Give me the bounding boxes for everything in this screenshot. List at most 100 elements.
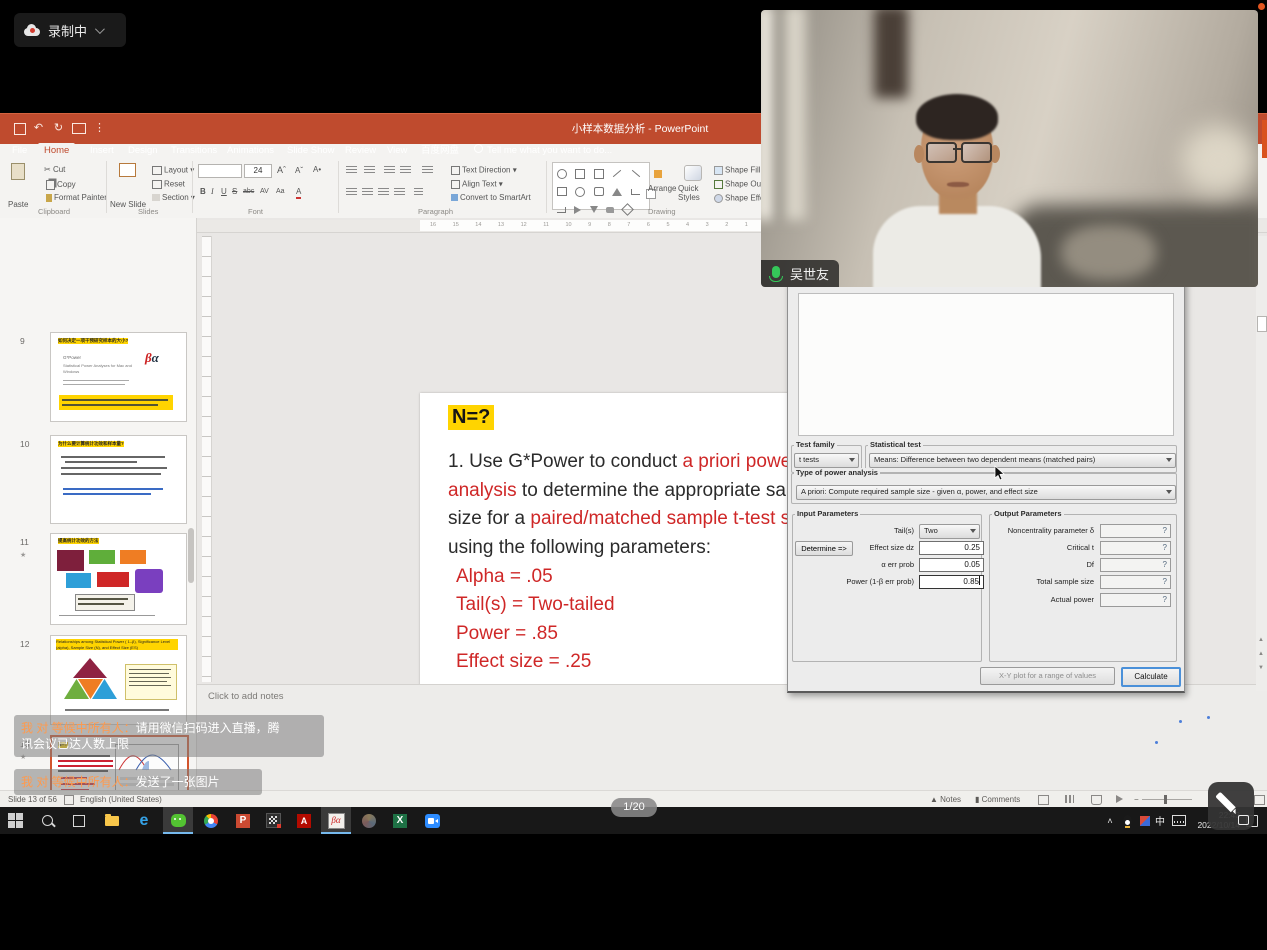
align-text-button[interactable]: Align Text ▾ [449, 179, 503, 190]
undo-icon[interactable]: ↶ [32, 122, 45, 134]
power-analysis-dropdown[interactable]: A priori: Compute required sample size -… [796, 485, 1176, 500]
next-slide-button[interactable]: ▼ [1257, 664, 1265, 673]
underline-button[interactable]: U [221, 187, 227, 197]
align-left-icon[interactable] [346, 188, 357, 197]
customize-toolbar-icon[interactable]: ⋮ [93, 122, 106, 134]
font-color-button[interactable]: A [296, 187, 301, 199]
justify-icon[interactable] [394, 188, 405, 197]
scrollbar-thumb[interactable] [1257, 316, 1267, 332]
decrease-indent-icon[interactable] [384, 166, 395, 175]
convert-smartart-button[interactable]: Convert to SmartArt [449, 193, 531, 203]
acrobat-button[interactable]: A [289, 807, 319, 834]
file-explorer-button[interactable] [97, 807, 127, 834]
reset-button[interactable]: Reset [150, 179, 185, 190]
new-slide-button[interactable] [112, 163, 142, 197]
italic-button[interactable]: I [211, 187, 214, 197]
zoom-slider-track[interactable] [1142, 799, 1192, 800]
text-direction-button[interactable]: Text Direction ▾ [449, 165, 517, 176]
tray-show-hidden-icons[interactable]: ˄ [1100, 807, 1120, 834]
language-indicator[interactable]: English (United States) [80, 795, 162, 804]
effect-size-input[interactable]: 0.25 [919, 541, 984, 555]
power-input[interactable]: 0.85 [919, 575, 984, 589]
annotation-pencil-button[interactable] [1208, 782, 1254, 830]
tell-me-box[interactable]: Tell me what you want to do... [468, 143, 618, 158]
slide-sorter-view-icon[interactable] [1065, 795, 1074, 803]
gpower-taskbar-button[interactable]: βα [321, 807, 351, 834]
columns-icon[interactable] [414, 188, 423, 197]
statistical-test-dropdown[interactable]: Means: Difference between two dependent … [869, 453, 1176, 468]
proofing-icon[interactable] [64, 795, 74, 805]
character-spacing-button[interactable]: AV [260, 187, 269, 197]
shapes-gallery[interactable]: { [552, 162, 650, 210]
slideshow-view-icon[interactable] [1116, 795, 1123, 803]
calculate-button[interactable]: Calculate [1121, 667, 1181, 687]
notes-toggle[interactable]: ▲ Notes [930, 795, 961, 804]
shadow-button[interactable]: abc [243, 187, 254, 197]
line-spacing-icon[interactable] [422, 166, 433, 175]
grow-font-button[interactable]: Aˆ [277, 165, 286, 175]
tab-slideshow[interactable]: Slide Show [281, 143, 341, 158]
touch-keyboard-button[interactable] [1169, 807, 1189, 834]
tab-transitions[interactable]: Transitions [165, 143, 223, 158]
format-painter-button[interactable]: Format Painter [44, 193, 107, 203]
reading-view-icon[interactable] [1091, 795, 1102, 805]
task-view-button[interactable] [64, 807, 94, 834]
shrink-font-button[interactable]: Aˇ [295, 166, 303, 176]
tab-animations[interactable]: Animations [221, 143, 280, 158]
paste-button[interactable] [8, 163, 28, 197]
redo-icon[interactable]: ↻ [52, 122, 65, 134]
photo-app-button[interactable] [354, 807, 384, 834]
meeting-app-button[interactable] [417, 807, 447, 834]
powerpoint-taskbar-button[interactable]: P [228, 807, 258, 834]
xy-plot-button[interactable]: X-Y plot for a range of values [980, 667, 1115, 685]
recording-indicator[interactable]: 录制中 [14, 13, 126, 47]
thumbnail-panel-scrollbar[interactable] [188, 528, 194, 583]
cut-button[interactable]: ✂ Cut [44, 165, 65, 175]
thumbnail-slide-12[interactable]: Relationships among Statistical Power ( … [50, 635, 187, 725]
comments-toggle[interactable]: ▮ Comments [975, 795, 1020, 804]
start-slideshow-icon[interactable] [72, 123, 86, 134]
bold-button[interactable]: B [200, 187, 206, 197]
tab-file[interactable]: File [6, 143, 33, 158]
normal-view-icon[interactable] [1038, 795, 1049, 805]
shape-fill-button[interactable]: Shape Fill [712, 165, 761, 176]
tray-qq-button[interactable] [1118, 807, 1136, 834]
edge-button[interactable]: e [129, 807, 159, 834]
section-button[interactable]: Section ▾ [150, 193, 195, 203]
thumbnail-slide-11[interactable]: 提高统计功效的方法 [50, 533, 187, 625]
alpha-err-input[interactable]: 0.05 [919, 558, 984, 572]
bullets-icon[interactable] [346, 166, 357, 175]
thumbnail-slide-10[interactable]: 为什么要计算统计功效和样本量? [50, 435, 187, 524]
tab-insert[interactable]: Insert [84, 143, 120, 158]
quick-styles-button[interactable]: Quick Styles [678, 184, 708, 202]
clear-formatting-button[interactable]: A• [313, 165, 321, 175]
scrollbar-split-icon[interactable]: ▲ [1257, 636, 1265, 645]
editing-area-scrollbar[interactable]: ▲ ▲ ▼ [1256, 236, 1267, 691]
chrome-button[interactable] [196, 807, 226, 834]
taskbar-search-button[interactable] [32, 807, 62, 834]
fit-to-window-icon[interactable] [1254, 795, 1265, 805]
align-right-icon[interactable] [378, 188, 389, 197]
thumbnail-slide-9[interactable]: 如何决定一项干预研究样本的大小? G*Power Statistical Pow… [50, 332, 187, 422]
align-center-icon[interactable] [362, 188, 373, 197]
start-button[interactable] [0, 807, 30, 834]
notes-pane[interactable]: Click to add notes [197, 684, 1267, 791]
copy-button[interactable]: Copy [44, 179, 76, 191]
grid-app-button[interactable] [258, 807, 288, 834]
ime-indicator[interactable]: 中 [1152, 807, 1168, 834]
wechat-button[interactable] [163, 807, 193, 834]
zoom-slider-handle[interactable] [1164, 795, 1167, 804]
font-size-combobox[interactable]: 24 [244, 164, 272, 178]
tab-home[interactable]: Home [38, 143, 75, 158]
layout-button[interactable]: Layout ▾ [150, 165, 194, 176]
arrange-button[interactable]: Arrange [648, 184, 676, 194]
test-family-dropdown[interactable]: t tests [794, 453, 859, 468]
zoom-out-button[interactable]: − [1134, 795, 1139, 804]
previous-slide-button[interactable]: ▲ [1257, 650, 1265, 659]
numbering-icon[interactable] [364, 166, 375, 175]
increase-indent-icon[interactable] [400, 166, 411, 175]
tab-baidu-netdisk[interactable]: 百度网盘 [415, 143, 465, 158]
strikethrough-button[interactable]: S [232, 187, 237, 197]
change-case-button[interactable]: Aa [276, 187, 285, 197]
tab-review[interactable]: Review [339, 143, 382, 158]
